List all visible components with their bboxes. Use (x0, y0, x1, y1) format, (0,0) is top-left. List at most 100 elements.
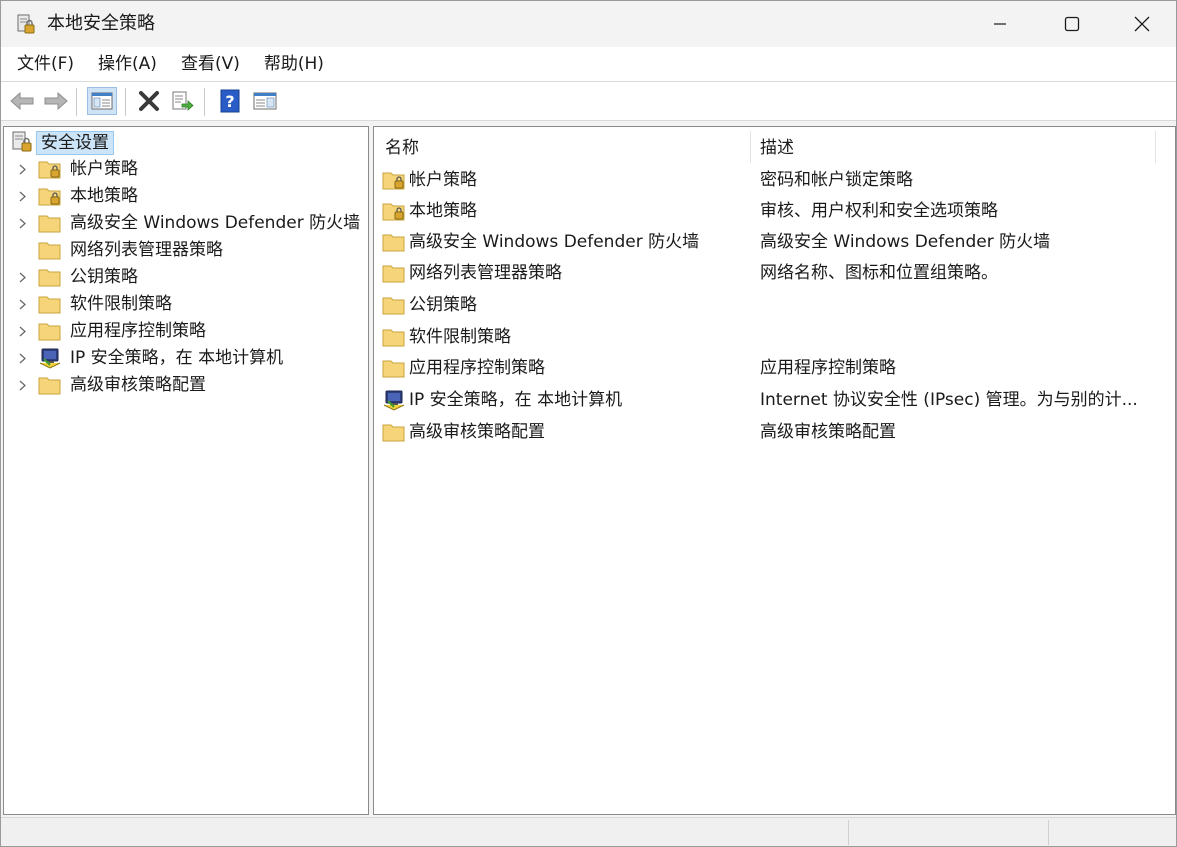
help-button[interactable]: ? (215, 87, 245, 115)
ip-security-icon (383, 390, 405, 411)
list-item[interactable]: 网络列表管理器策略 网络名称、图标和位置组策略。 (374, 258, 1175, 289)
tree-root-label[interactable]: 安全设置 (36, 131, 114, 155)
tree-item-local-policies[interactable]: 本地策略 (4, 183, 368, 210)
show-hide-tree-button[interactable] (87, 87, 117, 115)
tree-item-application-control[interactable]: 应用程序控制策略 (4, 318, 368, 345)
list-item[interactable]: 高级安全 Windows Defender 防火墙 高级安全 Windows D… (374, 227, 1175, 258)
locked-folder-icon (38, 188, 61, 206)
list-item[interactable]: 软件限制策略 (374, 322, 1175, 353)
tree-item-label[interactable]: 高级安全 Windows Defender 防火墙 (70, 210, 360, 237)
toolbar-separator (204, 88, 205, 116)
list-item-name: IP 安全策略，在 本地计算机 (409, 390, 623, 410)
list-pane[interactable]: 名称 描述 帐户策略 密码和帐户锁定策略 本地策略 审核、用户权利和安全选项策略… (373, 126, 1176, 815)
forward-arrow-icon (44, 91, 68, 111)
show-hide-action-pane-icon (253, 92, 277, 110)
list-item[interactable]: 公钥策略 (374, 290, 1175, 321)
security-policy-icon (17, 14, 35, 34)
column-separator[interactable] (1155, 131, 1156, 163)
column-header-description[interactable]: 描述 (760, 127, 794, 165)
locked-folder-icon (38, 161, 61, 179)
tree-item-label[interactable]: 高级审核策略配置 (70, 372, 206, 399)
chevron-right-icon[interactable] (16, 352, 28, 365)
folder-icon (38, 377, 61, 395)
chevron-right-icon[interactable] (16, 190, 28, 203)
tree-pane[interactable]: 安全设置 帐户策略 本地策略 高级安全 Windows Defender 防火墙… (3, 126, 369, 815)
tree-item-label[interactable]: 软件限制策略 (70, 291, 172, 318)
list-item-description: Internet 协议安全性 (IPsec) 管理。为与别的计... (760, 390, 1138, 410)
window-title: 本地安全策略 (47, 13, 155, 34)
minimize-button[interactable] (965, 1, 1035, 47)
menu-bar: 文件(F) 操作(A) 查看(V) 帮助(H) (1, 47, 1176, 81)
menu-action[interactable]: 操作(A) (88, 47, 167, 81)
close-icon (1134, 16, 1150, 32)
folder-icon (38, 296, 61, 314)
list-item[interactable]: IP 安全策略，在 本地计算机 Internet 协议安全性 (IPsec) 管… (374, 385, 1175, 416)
list-item-name: 公钥策略 (409, 295, 477, 315)
status-separator (848, 820, 849, 845)
menu-help[interactable]: 帮助(H) (254, 47, 334, 81)
chevron-right-icon[interactable] (16, 271, 28, 284)
tree-item-advanced-audit[interactable]: 高级审核策略配置 (4, 372, 368, 399)
list-item[interactable]: 应用程序控制策略 应用程序控制策略 (374, 353, 1175, 384)
column-separator[interactable] (750, 131, 751, 163)
tree-root-security-settings[interactable]: 安全设置 (4, 129, 368, 156)
tree-item-account-policies[interactable]: 帐户策略 (4, 156, 368, 183)
back-button[interactable] (7, 87, 37, 115)
list-item-name: 应用程序控制策略 (409, 358, 545, 378)
folder-icon (38, 242, 61, 260)
tree-item-network-list-manager[interactable]: 网络列表管理器策略 (4, 237, 368, 264)
chevron-right-icon[interactable] (16, 217, 28, 230)
svg-text:?: ? (225, 92, 234, 111)
tree-item-label[interactable]: 公钥策略 (70, 264, 138, 291)
menu-file[interactable]: 文件(F) (7, 47, 84, 81)
help-icon: ? (220, 89, 240, 113)
tree-item-label[interactable]: 帐户策略 (70, 156, 138, 183)
folder-icon (38, 269, 61, 287)
export-list-button[interactable] (167, 87, 197, 115)
list-item-description: 密码和帐户锁定策略 (760, 170, 913, 190)
tree-item-public-key-policies[interactable]: 公钥策略 (4, 264, 368, 291)
chevron-right-icon[interactable] (16, 325, 28, 338)
list-item-name: 帐户策略 (409, 170, 477, 190)
folder-icon (382, 424, 405, 442)
tree-item-label[interactable]: 网络列表管理器策略 (70, 237, 223, 264)
locked-folder-icon (382, 203, 405, 221)
maximize-button[interactable] (1037, 1, 1107, 47)
back-arrow-icon (10, 91, 34, 111)
list-item[interactable]: 高级审核策略配置 高级审核策略配置 (374, 417, 1175, 448)
toolbar-separator (76, 88, 77, 116)
locked-folder-icon (382, 172, 405, 190)
list-item[interactable]: 本地策略 审核、用户权利和安全选项策略 (374, 196, 1175, 227)
tree-item-ip-security[interactable]: IP 安全策略，在 本地计算机 (4, 345, 368, 372)
list-item-name: 本地策略 (409, 201, 477, 221)
tree-item-label[interactable]: 本地策略 (70, 183, 138, 210)
delete-button[interactable] (134, 87, 164, 115)
security-settings-icon (12, 131, 32, 152)
forward-button[interactable] (41, 87, 71, 115)
folder-icon (382, 360, 405, 378)
tree-item-defender-firewall[interactable]: 高级安全 Windows Defender 防火墙 (4, 210, 368, 237)
list-item[interactable]: 帐户策略 密码和帐户锁定策略 (374, 165, 1175, 196)
close-button[interactable] (1107, 1, 1177, 47)
minimize-icon (994, 23, 1006, 25)
ip-security-icon (39, 348, 61, 369)
column-header-name[interactable]: 名称 (385, 127, 419, 165)
menu-view[interactable]: 查看(V) (171, 47, 250, 81)
maximize-icon (1064, 16, 1080, 32)
show-hide-action-pane-button[interactable] (250, 87, 280, 115)
folder-icon (382, 329, 405, 347)
local-security-policy-window: 本地安全策略 文件(F) 操作(A) 查看(V) 帮助(H) ? 安全设置 帐户… (0, 0, 1177, 847)
folder-icon (38, 323, 61, 341)
chevron-right-icon[interactable] (16, 163, 28, 176)
toolbar: ? (1, 81, 1176, 121)
folder-icon (382, 234, 405, 252)
tree-item-software-restriction[interactable]: 软件限制策略 (4, 291, 368, 318)
status-bar (1, 817, 1176, 846)
show-hide-tree-icon (91, 92, 113, 110)
chevron-right-icon[interactable] (16, 298, 28, 311)
tree-item-label[interactable]: 应用程序控制策略 (70, 318, 206, 345)
list-item-description: 高级审核策略配置 (760, 422, 896, 442)
tree-item-label[interactable]: IP 安全策略，在 本地计算机 (70, 345, 283, 372)
title-bar[interactable]: 本地安全策略 (1, 1, 1176, 47)
chevron-right-icon[interactable] (16, 379, 28, 392)
